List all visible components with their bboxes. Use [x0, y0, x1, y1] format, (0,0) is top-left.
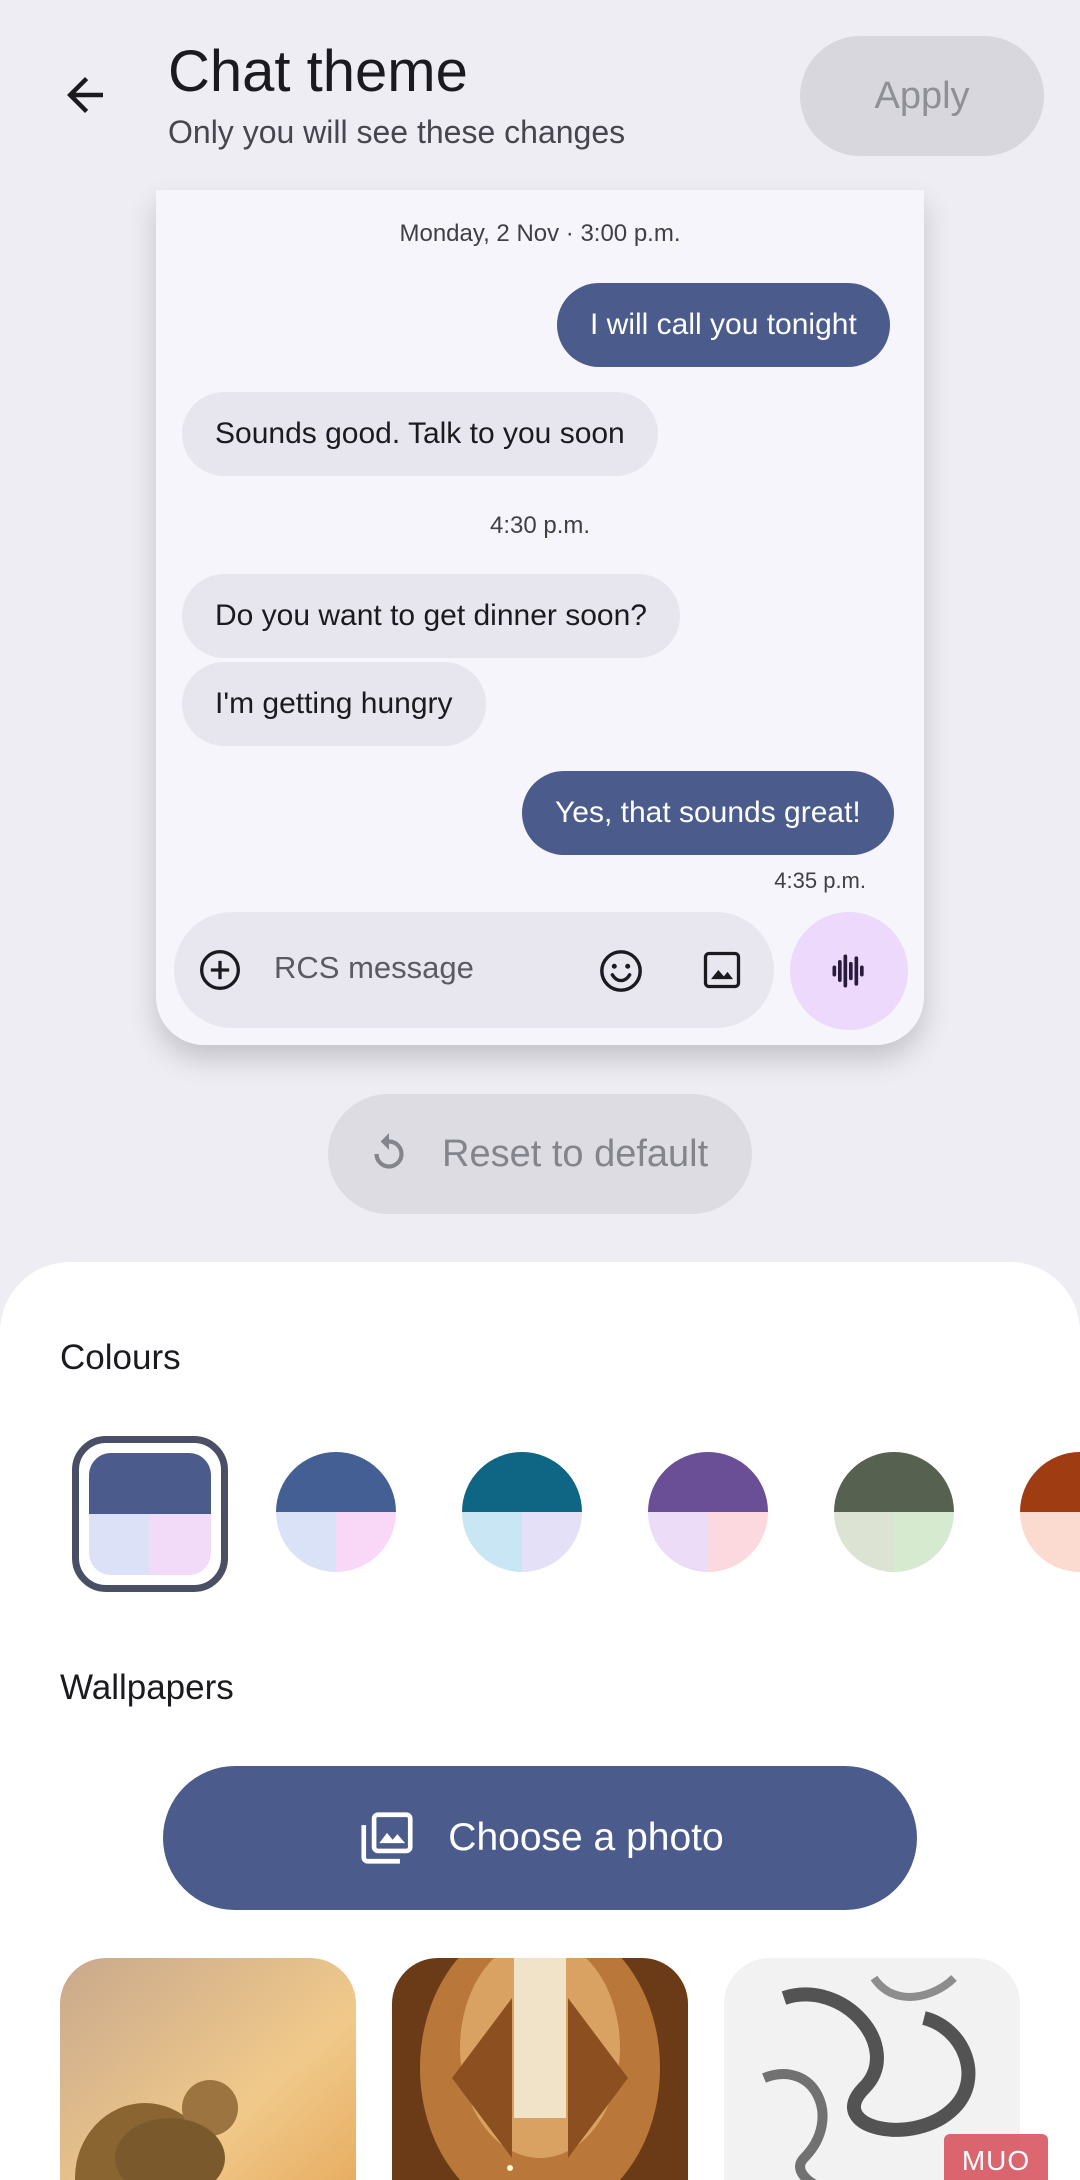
reset-to-default-button[interactable]: Reset to default: [328, 1094, 752, 1214]
app-header: Chat theme Only you will see these chang…: [0, 0, 1080, 190]
monkey-photo: [60, 1958, 356, 2180]
swatch-segment: [150, 1514, 211, 1575]
swatch-segment: [276, 1452, 396, 1512]
photo-library-icon: [361, 1812, 413, 1864]
image-icon[interactable]: [700, 948, 744, 992]
timestamp: 4:35 p.m.: [774, 868, 866, 893]
arrow-back-icon: [67, 77, 103, 113]
add-circle-icon[interactable]: [198, 948, 242, 992]
swatch-segment: [834, 1512, 894, 1572]
swatch-segment: [708, 1512, 768, 1572]
swatch-segment: [336, 1512, 396, 1572]
reset-label: Reset to default: [442, 1132, 709, 1175]
colour-swatch-5[interactable]: [834, 1452, 954, 1572]
compose-bar[interactable]: RCS message: [174, 912, 774, 1028]
wallpaper-monkey[interactable]: [60, 1958, 356, 2180]
emoji-icon[interactable]: [598, 948, 644, 994]
message-bubble-incoming: Sounds good. Talk to you soon: [182, 392, 658, 476]
swatch-segment: [1020, 1512, 1080, 1572]
message-bubble-outgoing: I will call you tonight: [557, 283, 890, 367]
page-subtitle: Only you will see these changes: [168, 114, 626, 150]
swatch-segment: [834, 1452, 954, 1512]
swatch-segment: [89, 1514, 150, 1575]
swatch-segment: [1020, 1452, 1080, 1512]
swatch-segment: [462, 1512, 522, 1572]
colour-swatch-2[interactable]: [276, 1452, 396, 1572]
choose-photo-button[interactable]: Choose a photo: [163, 1766, 917, 1910]
page-title: Chat theme: [168, 39, 468, 104]
reset-icon: [374, 1133, 404, 1169]
chat-preview: Monday, 2 Nov · 3:00 p.m. I will call yo…: [156, 190, 924, 1045]
staircase-photo: [392, 1958, 688, 2180]
audio-waveform-icon: [832, 954, 864, 988]
apply-button[interactable]: Apply: [800, 36, 1044, 156]
swatch-segment: [276, 1512, 336, 1572]
swatch-segment: [522, 1512, 582, 1572]
theme-options-sheet: Colours Wallpapers Choose a photo: [0, 1262, 1080, 2180]
timestamp: 4:30 p.m.: [489, 512, 591, 539]
message-bubble-outgoing: Yes, that sounds great!: [522, 771, 894, 855]
swatch-segment: [648, 1512, 708, 1572]
message-input[interactable]: RCS message: [274, 950, 474, 986]
message-bubble-incoming: I'm getting hungry: [182, 662, 486, 746]
back-button[interactable]: [48, 58, 122, 132]
swatch-segment: [89, 1453, 211, 1514]
colour-swatch-6[interactable]: [1020, 1452, 1080, 1572]
colours-heading: Colours: [60, 1338, 181, 1377]
colour-swatch-4[interactable]: [648, 1452, 768, 1572]
swatch-segment: [462, 1452, 582, 1512]
choose-photo-label: Choose a photo: [448, 1816, 724, 1859]
voice-message-button[interactable]: [790, 912, 908, 1030]
timestamp: Monday, 2 Nov · 3:00 p.m.: [399, 220, 681, 247]
message-bubble-incoming: Do you want to get dinner soon?: [182, 574, 680, 658]
swatch-segment: [894, 1512, 954, 1572]
wallpaper-staircase[interactable]: [392, 1958, 688, 2180]
wallpapers-heading: Wallpapers: [60, 1668, 234, 1707]
watermark-logo: MUO: [944, 2134, 1048, 2180]
colour-swatch-1[interactable]: [89, 1453, 211, 1575]
swatch-segment: [648, 1452, 768, 1512]
colour-swatch-3[interactable]: [462, 1452, 582, 1572]
